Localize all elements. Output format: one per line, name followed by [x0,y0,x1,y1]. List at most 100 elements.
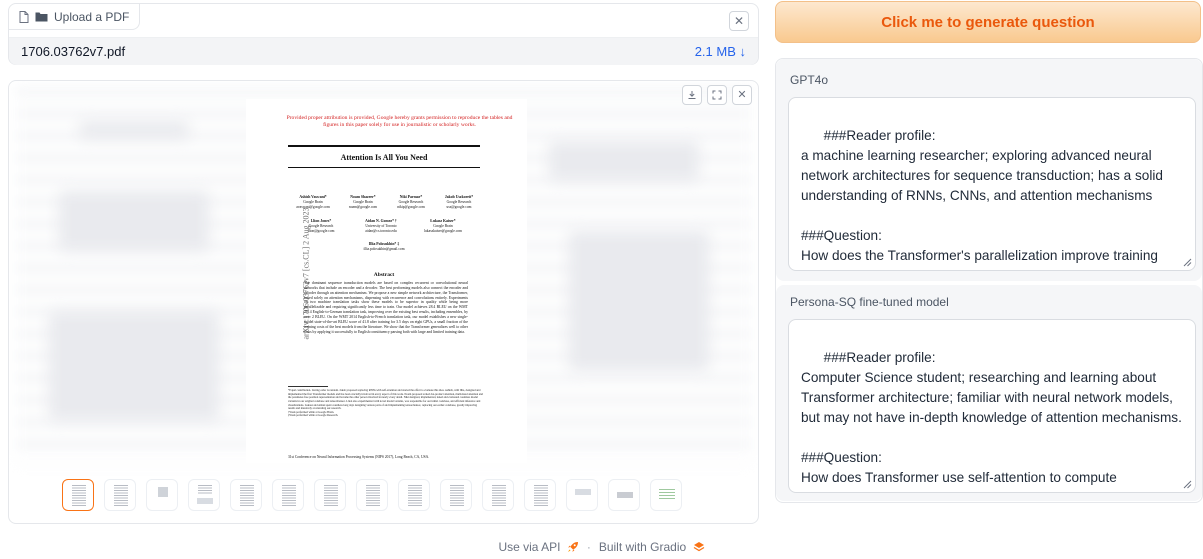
upload-label-text: Upload a PDF [54,9,130,24]
page-thumbnail[interactable] [650,479,682,511]
footer-separator: · [586,540,591,554]
file-download-link[interactable]: 2.1 MB ↓ [695,44,746,59]
pdf-viewer: ✕ Provided proper attribution is provide… [8,80,759,524]
backdrop-shape [569,231,709,371]
author-name: Ashish Vaswani* [299,195,327,199]
author: Llion Jones* Google Research llion@google.… [296,219,346,234]
title-rule-top [288,145,480,147]
author-org: Google Brain [303,200,323,205]
author-org: Google Research [398,200,424,205]
author-name: Łukasz Kaiser* [430,219,456,223]
author-org: Google Research [446,200,472,205]
pdf-notice: Provided proper attribution is provided,… [286,115,513,129]
author-email: lukaszkaiser@google.com [424,228,462,233]
download-button[interactable] [682,85,702,105]
use-via-api-link[interactable]: Use via API [498,540,578,554]
author-name: Aidan N. Gomez* † [365,219,397,223]
download-icon [688,91,696,99]
page-thumbnail[interactable] [440,479,472,511]
author-email: llion@google.com [307,228,335,233]
author: Łukasz Kaiser* Google Brain lukaszkaiser@g… [418,219,468,234]
footer: Use via API · Built with Gradio [0,540,1203,554]
footnote-text: *Equal contribution. Listing order is ra… [288,389,483,418]
gradio-link-text: Built with Gradio [598,540,687,554]
gpt4o-output: GPT4o ###Reader profile: a machine learn… [776,59,1202,281]
author-org: University of Toronto [365,224,397,229]
author-org: Google Research [308,224,334,229]
author: Aidan N. Gomez* † University of Toronto ai… [356,219,406,234]
page-thumbnail[interactable] [314,479,346,511]
author: Niki Parmar* Google Research nikip@google.… [386,195,436,210]
resize-handle-icon[interactable] [1182,479,1192,489]
page-thumbnail[interactable] [230,479,262,511]
author-name: Illia Polosukhin* ‡ [368,242,400,246]
page-thumbnail[interactable] [356,479,388,511]
author: Illia Polosukhin* ‡ illia.polosukhin@gmai… [359,242,409,252]
file-icon [19,10,29,23]
author-org: Google Brain [353,200,373,205]
backdrop-shape [549,141,699,181]
output-label: Persona-SQ fine-tuned model [790,295,949,309]
output-label: GPT4o [790,73,829,87]
folder-icon [35,12,48,22]
backdrop-shape [49,311,219,421]
rocket-icon [567,542,578,552]
author-email: avaswani@google.com [296,204,330,209]
pdf-page: Provided proper attribution is provided,… [246,99,527,463]
persona-sq-textbox[interactable]: ###Reader profile: Computer Science stud… [788,319,1196,493]
close-icon: ✕ [733,14,745,28]
api-link-text: Use via API [498,540,561,554]
fullscreen-button[interactable] [707,85,727,105]
backdrop-shape [59,191,209,251]
author-org: Google Brain [433,224,453,229]
author-email: nikip@google.com [397,204,425,209]
page-thumbnail[interactable] [272,479,304,511]
uploaded-file-row: 1706.03762v7.pdf 2.1 MB ↓ [9,37,758,65]
author-name: Niki Parmar* [399,195,423,199]
page-thumbnail[interactable] [146,479,178,511]
author-name: Noam Shazeer* [350,195,376,199]
outputs-panel: GPT4o ###Reader profile: a machine learn… [775,58,1203,503]
file-name: 1706.03762v7.pdf [21,44,126,59]
page-thumbnail[interactable] [608,479,640,511]
author-email: aidan@cs.toronto.edu [365,228,397,233]
close-icon: ✕ [737,88,747,101]
generate-question-button[interactable]: Click me to generate question [775,1,1201,43]
viewer-toolbar: ✕ [682,85,752,105]
author: Noam Shazeer* Google Brain noam@google.com [338,195,388,210]
author-name: Llion Jones* [310,219,332,223]
page-thumbnail[interactable] [524,479,556,511]
textbox-content: ###Reader profile: Computer Science stud… [801,350,1182,492]
textbox-content: ###Reader profile: a machine learning re… [801,128,1163,270]
author-email: illia.polosukhin@gmail.com [363,247,405,252]
page-thumbnail[interactable] [62,479,94,511]
resize-handle-icon[interactable] [1182,257,1192,267]
gpt4o-textbox[interactable]: ###Reader profile: a machine learning re… [788,97,1196,271]
author-name: Jakob Uszkoreit* [444,195,474,199]
pdf-title: Attention Is All You Need [340,153,428,162]
built-with-gradio-link[interactable]: Built with Gradio [599,540,705,554]
author: Jakob Uszkoreit* Google Research usz@googl… [434,195,484,210]
page-thumbnail[interactable] [566,479,598,511]
author-email: usz@google.com [446,204,472,209]
abstract-heading: Abstract [373,272,395,278]
page-thumbnail[interactable] [398,479,430,511]
gradio-logo-icon [693,542,704,552]
fullscreen-icon [712,90,722,100]
author: Ashish Vaswani* Google Brain avaswani@goog… [288,195,338,210]
upload-label: Upload a PDF [9,4,141,30]
page-thumbnail[interactable] [104,479,136,511]
footnote-rule [288,386,328,387]
author-email: noam@google.com [348,204,378,209]
file-upload-panel: Upload a PDF ✕ 1706.03762v7.pdf 2.1 MB ↓ [8,3,759,65]
conference-line: 31st Conference on Neural Information Pr… [288,455,430,459]
title-rule-bottom [288,167,480,168]
abstract-text: The dominant sequence transduction model… [304,281,468,334]
close-viewer-button[interactable]: ✕ [732,85,752,105]
persona-sq-output: Persona-SQ fine-tuned model ###Reader pr… [776,285,1202,501]
page-thumbnails [62,479,682,511]
backdrop-shape [79,121,189,139]
page-thumbnail[interactable] [482,479,514,511]
page-thumbnail[interactable] [188,479,220,511]
clear-file-button[interactable]: ✕ [729,11,749,31]
